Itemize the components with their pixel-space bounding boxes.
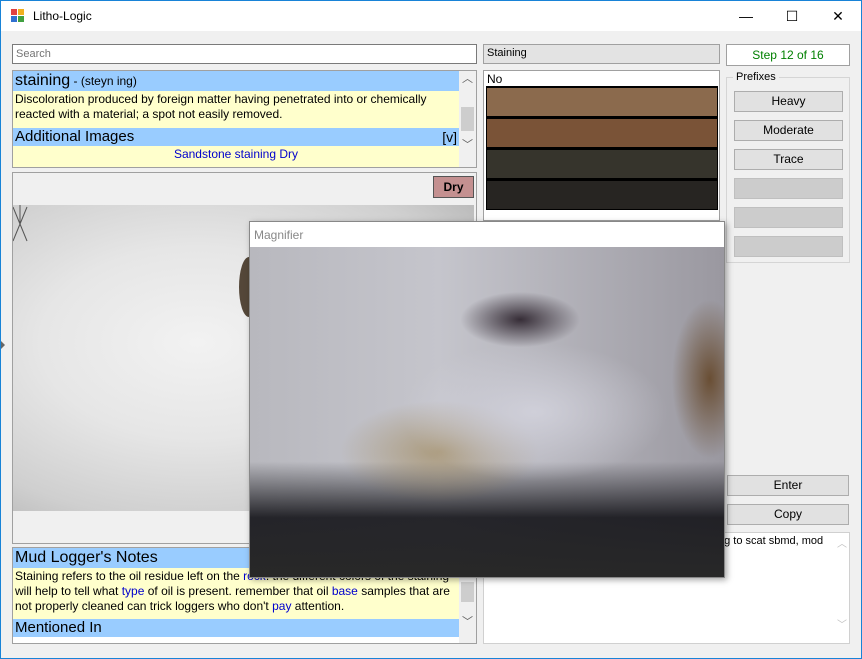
image-link[interactable]: Sandstone staining Dry (174, 147, 298, 161)
link-base[interactable]: base (332, 584, 358, 598)
color-swatch[interactable] (486, 148, 718, 179)
notes-text-part: of oil is present. remember that oil (144, 584, 332, 598)
result-text: ng to scat sbmd, mod (718, 535, 824, 547)
magnified-image (250, 247, 724, 577)
app-icon (11, 9, 25, 23)
scroll-down-icon[interactable]: ﹀ (837, 616, 847, 631)
app-window: Litho-Logic — ☐ ✕ staining - (steyn ing)… (0, 0, 862, 659)
swatch-none-option[interactable]: No (484, 71, 719, 86)
color-swatch[interactable] (486, 117, 718, 148)
scroll-thumb[interactable] (461, 582, 474, 602)
term-pronunciation: - (steyn ing) (70, 74, 137, 88)
notes-text-part: Staining refers to the oil residue left … (15, 569, 244, 583)
scroll-up-icon[interactable]: ︿ (459, 71, 476, 88)
title-bar: Litho-Logic — ☐ ✕ (1, 1, 861, 31)
prefix-empty-button[interactable] (734, 236, 843, 257)
additional-images-label: Additional Images (15, 128, 135, 145)
scroll-down-icon[interactable]: ﹀ (459, 614, 476, 631)
magnifier-title: Magnifier (254, 228, 304, 242)
term-definition: Discoloration produced by foreign matter… (13, 91, 459, 128)
color-swatch-list[interactable]: No (483, 70, 720, 221)
dry-button[interactable]: Dry (433, 176, 474, 198)
prefix-heavy-button[interactable]: Heavy (734, 91, 843, 112)
scroll-up-icon[interactable]: ︿ (837, 535, 847, 550)
definition-scrollbar[interactable]: ︿ ﹀ (459, 71, 476, 167)
link-type[interactable]: type (122, 584, 145, 598)
magnifier-window[interactable]: Magnifier (249, 221, 725, 578)
maximize-button[interactable]: ☐ (769, 1, 815, 31)
expand-toggle[interactable]: [v] (442, 128, 457, 146)
enter-button[interactable]: Enter (727, 475, 849, 496)
window-title: Litho-Logic (33, 9, 92, 23)
scroll-down-icon[interactable]: ﹀ (459, 137, 476, 154)
color-swatch[interactable] (486, 179, 718, 210)
notes-text-part: attention. (291, 599, 345, 613)
mentioned-in-heading: Mentioned In (13, 619, 459, 637)
search-input[interactable] (12, 44, 477, 64)
term-word: staining (15, 72, 71, 89)
definition-panel: staining - (steyn ing) Discoloration pro… (12, 70, 477, 168)
category-field: Staining (483, 44, 720, 64)
prefix-moderate-button[interactable]: Moderate (734, 120, 843, 141)
prefix-trace-button[interactable]: Trace (734, 149, 843, 170)
copy-button[interactable]: Copy (727, 504, 849, 525)
term-header: staining - (steyn ing) (13, 71, 459, 91)
close-button[interactable]: ✕ (815, 1, 861, 31)
additional-images-header: Additional Images [v] (13, 128, 459, 146)
prefixes-group: Prefixes Heavy Moderate Trace (726, 71, 850, 263)
minimize-button[interactable]: — (723, 1, 769, 31)
prefixes-legend: Prefixes (733, 71, 779, 83)
prefix-empty-button[interactable] (734, 207, 843, 228)
step-indicator: Step 12 of 16 (726, 44, 850, 66)
scroll-thumb[interactable] (461, 107, 474, 131)
panel-splitter-icon[interactable] (1, 341, 5, 349)
color-swatch[interactable] (486, 86, 718, 117)
prefix-empty-button[interactable] (734, 178, 843, 199)
crosshair-icon (13, 205, 28, 242)
link-pay[interactable]: pay (272, 599, 291, 613)
